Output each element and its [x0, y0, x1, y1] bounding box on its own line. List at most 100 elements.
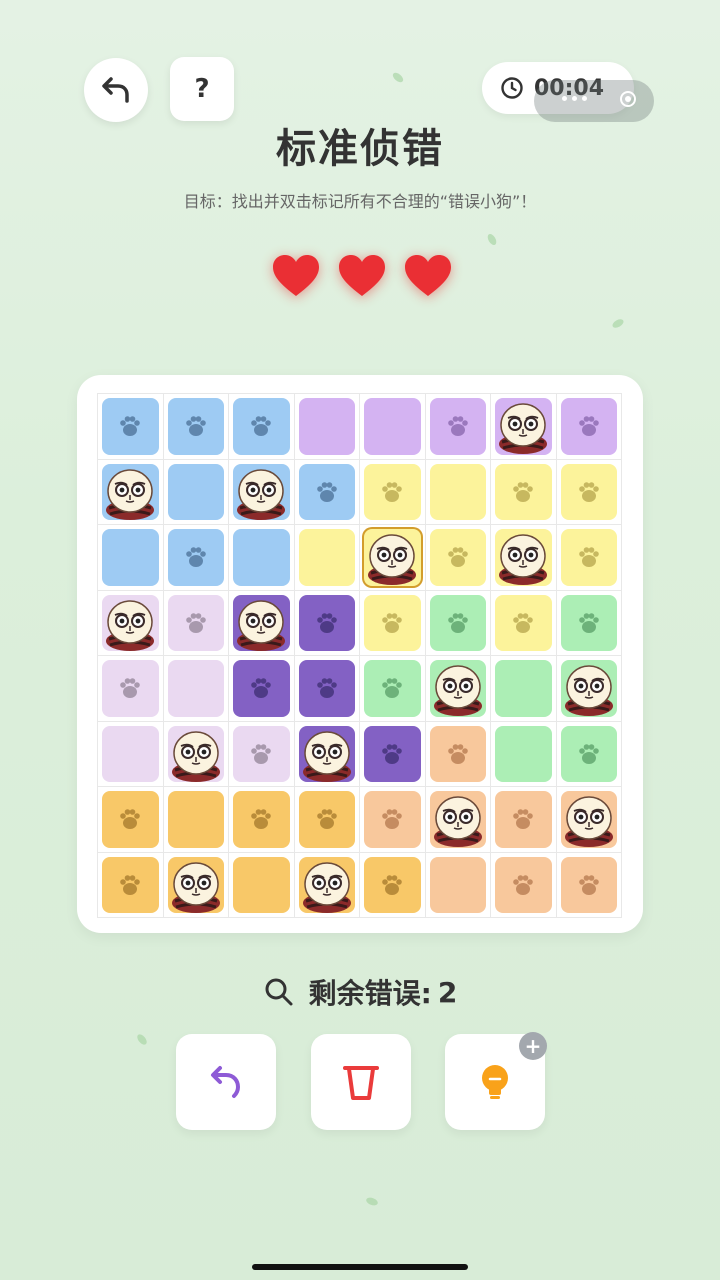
paw-icon: [382, 678, 403, 699]
board-cell-r2-c8[interactable]: [556, 459, 622, 525]
board-cell-r7-c4[interactable]: [294, 787, 360, 853]
paw-icon: [447, 612, 468, 633]
board-cell-r4-c6[interactable]: [425, 590, 491, 656]
dog-icon: [106, 468, 154, 520]
board-cell-r7-c6[interactable]: [425, 787, 491, 853]
board-cell-r6-c1[interactable]: [98, 721, 164, 787]
paw-icon: [382, 481, 403, 502]
board-cell-r4-c2[interactable]: [163, 590, 229, 656]
board-cell-r3-c3[interactable]: [229, 525, 295, 591]
board-cell-r2-c3[interactable]: [229, 459, 295, 525]
board-cell-r2-c7[interactable]: [491, 459, 557, 525]
board-cell-r8-c3[interactable]: [229, 852, 295, 918]
board-cell-r2-c5[interactable]: [360, 459, 426, 525]
cell-region-yellow: [429, 463, 486, 520]
hint-add-badge[interactable]: +: [519, 1032, 547, 1060]
paw-icon: [578, 416, 599, 437]
cell-region-violet: [233, 660, 290, 717]
hint-button[interactable]: +: [445, 1032, 547, 1130]
board-cell-r7-c3[interactable]: [229, 787, 295, 853]
board-cell-r2-c6[interactable]: [425, 459, 491, 525]
board-cell-r5-c1[interactable]: [98, 656, 164, 722]
board-cell-r7-c8[interactable]: [556, 787, 622, 853]
clear-button[interactable]: [311, 1034, 411, 1130]
board-cell-r4-c3[interactable]: [229, 590, 295, 656]
board-cell-r4-c8[interactable]: [556, 590, 622, 656]
board-cell-r6-c6[interactable]: [425, 721, 491, 787]
board-cell-r8-c4[interactable]: [294, 852, 360, 918]
board-cell-r8-c2[interactable]: [163, 852, 229, 918]
board-cell-r7-c7[interactable]: [491, 787, 557, 853]
board-cell-r3-c7[interactable]: [491, 525, 557, 591]
board-cell-r7-c5[interactable]: [360, 787, 426, 853]
board-cell-r2-c2[interactable]: [163, 459, 229, 525]
board-cell-r1-c2[interactable]: [163, 394, 229, 460]
cell-region-yellow: [560, 529, 617, 586]
cell-region-blue: [298, 463, 355, 520]
board-cell-r6-c2[interactable]: [163, 721, 229, 787]
board-cell-r1-c6[interactable]: [425, 394, 491, 460]
paw-icon: [316, 678, 337, 699]
remaining-errors: 剩余错误: 2: [0, 972, 720, 1012]
cell-region-green: [560, 594, 617, 651]
board-cell-r5-c4[interactable]: [294, 656, 360, 722]
board-cell-r4-c1[interactable]: [98, 590, 164, 656]
board-cell-r4-c7[interactable]: [491, 590, 557, 656]
board-grid: [97, 393, 622, 918]
paw-icon: [185, 612, 206, 633]
board-cell-r8-c7[interactable]: [491, 852, 557, 918]
back-button[interactable]: [84, 58, 148, 122]
board-cell-r1-c3[interactable]: [229, 394, 295, 460]
more-icon[interactable]: [562, 96, 587, 101]
cell-region-green: [364, 660, 421, 717]
board-cell-r3-c2[interactable]: [163, 525, 229, 591]
undo-button[interactable]: [176, 1034, 276, 1130]
dog-icon: [106, 599, 154, 651]
home-indicator[interactable]: [252, 1264, 468, 1270]
board-cell-r5-c3[interactable]: [229, 656, 295, 722]
paw-icon: [447, 547, 468, 568]
board-cell-r3-c8[interactable]: [556, 525, 622, 591]
board-cell-r5-c5[interactable]: [360, 656, 426, 722]
paw-icon: [382, 612, 403, 633]
board-cell-r1-c8[interactable]: [556, 394, 622, 460]
board-cell-r8-c5[interactable]: [360, 852, 426, 918]
board-cell-r2-c1[interactable]: [98, 459, 164, 525]
dog-icon: [171, 861, 220, 913]
board-cell-r6-c8[interactable]: [556, 721, 622, 787]
board-cell-r3-c5[interactable]: [360, 525, 426, 591]
paw-icon: [578, 481, 599, 502]
cell-region-orange: [298, 791, 355, 848]
help-button[interactable]: ?: [170, 57, 234, 121]
board-cell-r8-c1[interactable]: [98, 852, 164, 918]
board-cell-r6-c5[interactable]: [360, 721, 426, 787]
board-cell-r5-c7[interactable]: [491, 656, 557, 722]
board-cell-r3-c1[interactable]: [98, 525, 164, 591]
cell-region-orange: [102, 791, 159, 848]
board-cell-r4-c4[interactable]: [294, 590, 360, 656]
board-cell-r6-c4[interactable]: [294, 721, 360, 787]
board-cell-r6-c3[interactable]: [229, 721, 295, 787]
close-miniapp-icon[interactable]: [620, 91, 636, 107]
dog-icon: [171, 730, 220, 782]
board-cell-r1-c7[interactable]: [491, 394, 557, 460]
board-cell-r3-c6[interactable]: [425, 525, 491, 591]
paw-icon: [120, 874, 141, 895]
board-cell-r1-c1[interactable]: [98, 394, 164, 460]
board-cell-r7-c2[interactable]: [163, 787, 229, 853]
board-cell-r8-c8[interactable]: [556, 852, 622, 918]
board-cell-r7-c1[interactable]: [98, 787, 164, 853]
board-cell-r2-c4[interactable]: [294, 459, 360, 525]
board-cell-r6-c7[interactable]: [491, 721, 557, 787]
board-cell-r5-c6[interactable]: [425, 656, 491, 722]
board-cell-r4-c5[interactable]: [360, 590, 426, 656]
board-cell-r1-c4[interactable]: [294, 394, 360, 460]
paw-icon: [513, 481, 534, 502]
board-cell-r8-c6[interactable]: [425, 852, 491, 918]
board-cell-r5-c8[interactable]: [556, 656, 622, 722]
board-cell-r5-c2[interactable]: [163, 656, 229, 722]
paw-icon: [120, 678, 141, 699]
dog-icon: [237, 468, 285, 520]
board-cell-r3-c4[interactable]: [294, 525, 360, 591]
board-cell-r1-c5[interactable]: [360, 394, 426, 460]
